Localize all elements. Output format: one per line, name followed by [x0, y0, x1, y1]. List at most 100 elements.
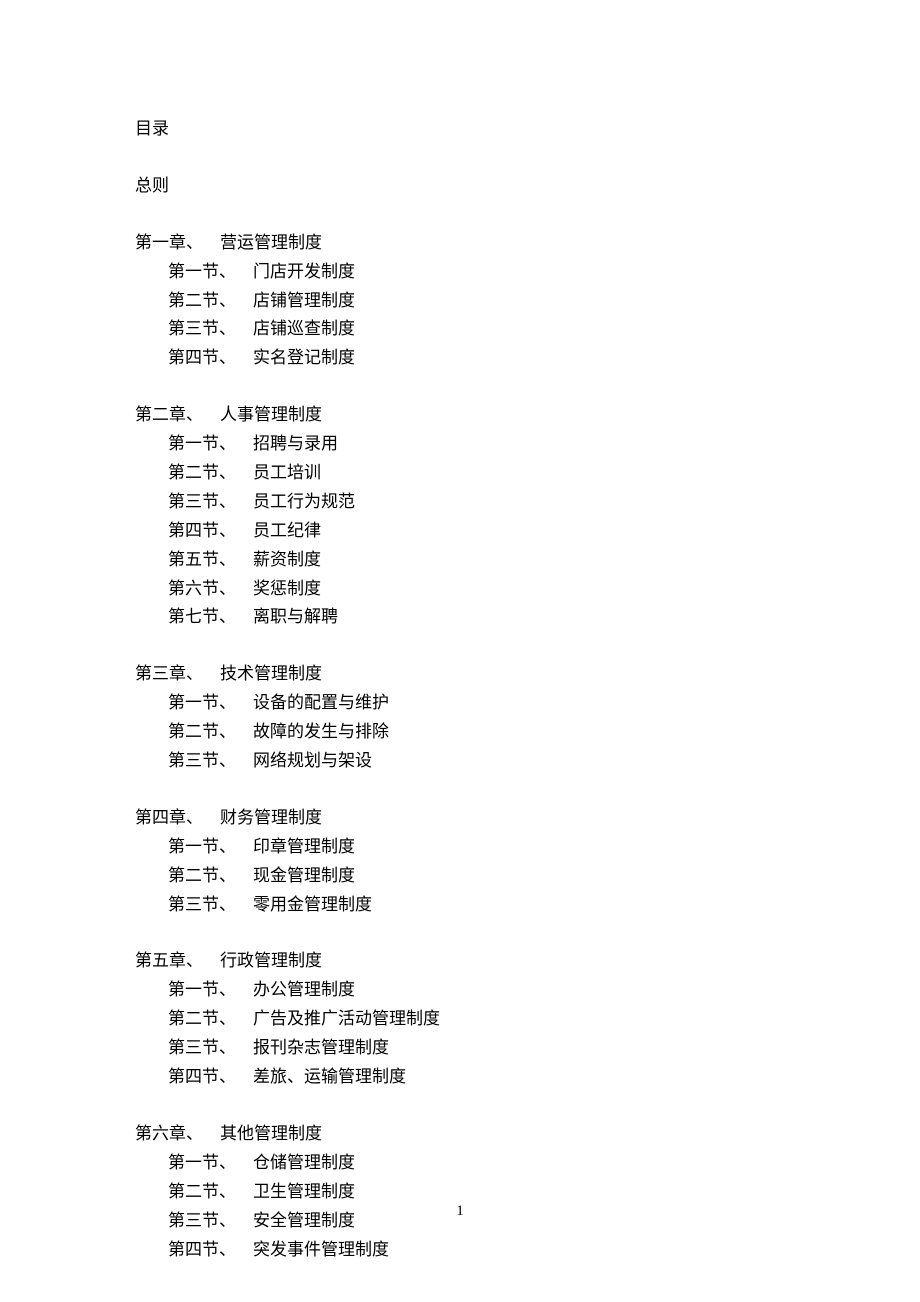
chapter-label: 第四章、: [135, 804, 220, 833]
section-title: 办公管理制度: [253, 976, 355, 1005]
chapter-title: 行政管理制度: [220, 947, 322, 976]
section-title: 设备的配置与维护: [253, 689, 389, 718]
chapter-line: 第四章、财务管理制度: [135, 804, 920, 833]
chapter-title: 财务管理制度: [220, 804, 322, 833]
chapter-label: 第一章、: [135, 229, 220, 258]
section-label: 第二节、: [168, 459, 253, 488]
document-page: 目录 总则 第一章、营运管理制度第一节、门店开发制度第二节、店铺管理制度第三节、…: [0, 0, 920, 1264]
section-line: 第三节、零用金管理制度: [135, 891, 920, 920]
section-label: 第一节、: [168, 976, 253, 1005]
section-label: 第二节、: [168, 718, 253, 747]
section-title: 仓储管理制度: [253, 1149, 355, 1178]
section-title: 卫生管理制度: [253, 1178, 355, 1207]
section-title: 奖惩制度: [253, 575, 321, 604]
section-title: 故障的发生与排除: [253, 718, 389, 747]
chapter-block: 第五章、行政管理制度第一节、办公管理制度第二节、广告及推广活动管理制度第三节、报…: [135, 947, 920, 1091]
toc-heading: 目录: [135, 115, 920, 144]
section-label: 第四节、: [168, 517, 253, 546]
section-title: 店铺管理制度: [253, 287, 355, 316]
section-line: 第四节、突发事件管理制度: [135, 1236, 920, 1265]
section-line: 第四节、差旅、运输管理制度: [135, 1063, 920, 1092]
section-title: 差旅、运输管理制度: [253, 1063, 406, 1092]
section-line: 第二节、故障的发生与排除: [135, 718, 920, 747]
chapter-line: 第三章、技术管理制度: [135, 660, 920, 689]
chapter-block: 第一章、营运管理制度第一节、门店开发制度第二节、店铺管理制度第三节、店铺巡查制度…: [135, 229, 920, 373]
chapter-line: 第五章、行政管理制度: [135, 947, 920, 976]
section-line: 第二节、员工培训: [135, 459, 920, 488]
section-title: 员工行为规范: [253, 488, 355, 517]
section-title: 招聘与录用: [253, 430, 338, 459]
section-label: 第一节、: [168, 833, 253, 862]
toc-body: 第一章、营运管理制度第一节、门店开发制度第二节、店铺管理制度第三节、店铺巡查制度…: [135, 229, 920, 1265]
section-line: 第六节、奖惩制度: [135, 575, 920, 604]
section-label: 第七节、: [168, 603, 253, 632]
section-title: 安全管理制度: [253, 1207, 355, 1236]
section-label: 第一节、: [168, 689, 253, 718]
section-title: 薪资制度: [253, 546, 321, 575]
section-line: 第二节、店铺管理制度: [135, 287, 920, 316]
section-label: 第一节、: [168, 258, 253, 287]
chapter-title: 技术管理制度: [220, 660, 322, 689]
section-line: 第二节、卫生管理制度: [135, 1178, 920, 1207]
chapter-title: 人事管理制度: [220, 401, 322, 430]
section-title: 员工纪律: [253, 517, 321, 546]
section-title: 广告及推广活动管理制度: [253, 1005, 440, 1034]
chapter-label: 第六章、: [135, 1120, 220, 1149]
section-title: 现金管理制度: [253, 862, 355, 891]
section-label: 第四节、: [168, 1063, 253, 1092]
chapter-block: 第四章、财务管理制度第一节、印章管理制度第二节、现金管理制度第三节、零用金管理制…: [135, 804, 920, 920]
section-label: 第五节、: [168, 546, 253, 575]
section-line: 第七节、离职与解聘: [135, 603, 920, 632]
section-line: 第三节、网络规划与架设: [135, 747, 920, 776]
section-title: 离职与解聘: [253, 603, 338, 632]
section-label: 第三节、: [168, 747, 253, 776]
section-label: 第一节、: [168, 430, 253, 459]
section-line: 第一节、招聘与录用: [135, 430, 920, 459]
section-label: 第二节、: [168, 1005, 253, 1034]
section-label: 第四节、: [168, 344, 253, 373]
chapter-block: 第三章、技术管理制度第一节、设备的配置与维护第二节、故障的发生与排除第三节、网络…: [135, 660, 920, 776]
section-line: 第一节、仓储管理制度: [135, 1149, 920, 1178]
chapter-label: 第二章、: [135, 401, 220, 430]
section-label: 第三节、: [168, 315, 253, 344]
section-line: 第二节、现金管理制度: [135, 862, 920, 891]
section-label: 第二节、: [168, 287, 253, 316]
page-number: 1: [456, 1199, 464, 1225]
section-label: 第二节、: [168, 862, 253, 891]
section-title: 报刊杂志管理制度: [253, 1034, 389, 1063]
section-line: 第四节、实名登记制度: [135, 344, 920, 373]
section-title: 门店开发制度: [253, 258, 355, 287]
section-line: 第四节、员工纪律: [135, 517, 920, 546]
chapter-line: 第六章、其他管理制度: [135, 1120, 920, 1149]
chapter-label: 第五章、: [135, 947, 220, 976]
general-heading: 总则: [135, 172, 920, 201]
section-title: 员工培训: [253, 459, 321, 488]
section-title: 零用金管理制度: [253, 891, 372, 920]
section-line: 第三节、店铺巡查制度: [135, 315, 920, 344]
section-label: 第三节、: [168, 488, 253, 517]
section-label: 第一节、: [168, 1149, 253, 1178]
section-line: 第一节、门店开发制度: [135, 258, 920, 287]
section-label: 第六节、: [168, 575, 253, 604]
chapter-line: 第一章、营运管理制度: [135, 229, 920, 258]
section-label: 第四节、: [168, 1236, 253, 1265]
section-line: 第三节、报刊杂志管理制度: [135, 1034, 920, 1063]
section-title: 实名登记制度: [253, 344, 355, 373]
section-label: 第二节、: [168, 1178, 253, 1207]
section-line: 第五节、薪资制度: [135, 546, 920, 575]
section-title: 突发事件管理制度: [253, 1236, 389, 1265]
chapter-title: 营运管理制度: [220, 229, 322, 258]
chapter-line: 第二章、人事管理制度: [135, 401, 920, 430]
chapter-block: 第二章、人事管理制度第一节、招聘与录用第二节、员工培训第三节、员工行为规范第四节…: [135, 401, 920, 632]
section-label: 第三节、: [168, 1034, 253, 1063]
section-title: 店铺巡查制度: [253, 315, 355, 344]
section-label: 第三节、: [168, 1207, 253, 1236]
section-line: 第二节、广告及推广活动管理制度: [135, 1005, 920, 1034]
section-label: 第三节、: [168, 891, 253, 920]
section-line: 第一节、设备的配置与维护: [135, 689, 920, 718]
section-line: 第三节、员工行为规范: [135, 488, 920, 517]
chapter-label: 第三章、: [135, 660, 220, 689]
section-line: 第三节、安全管理制度: [135, 1207, 920, 1236]
section-title: 印章管理制度: [253, 833, 355, 862]
section-line: 第一节、办公管理制度: [135, 976, 920, 1005]
